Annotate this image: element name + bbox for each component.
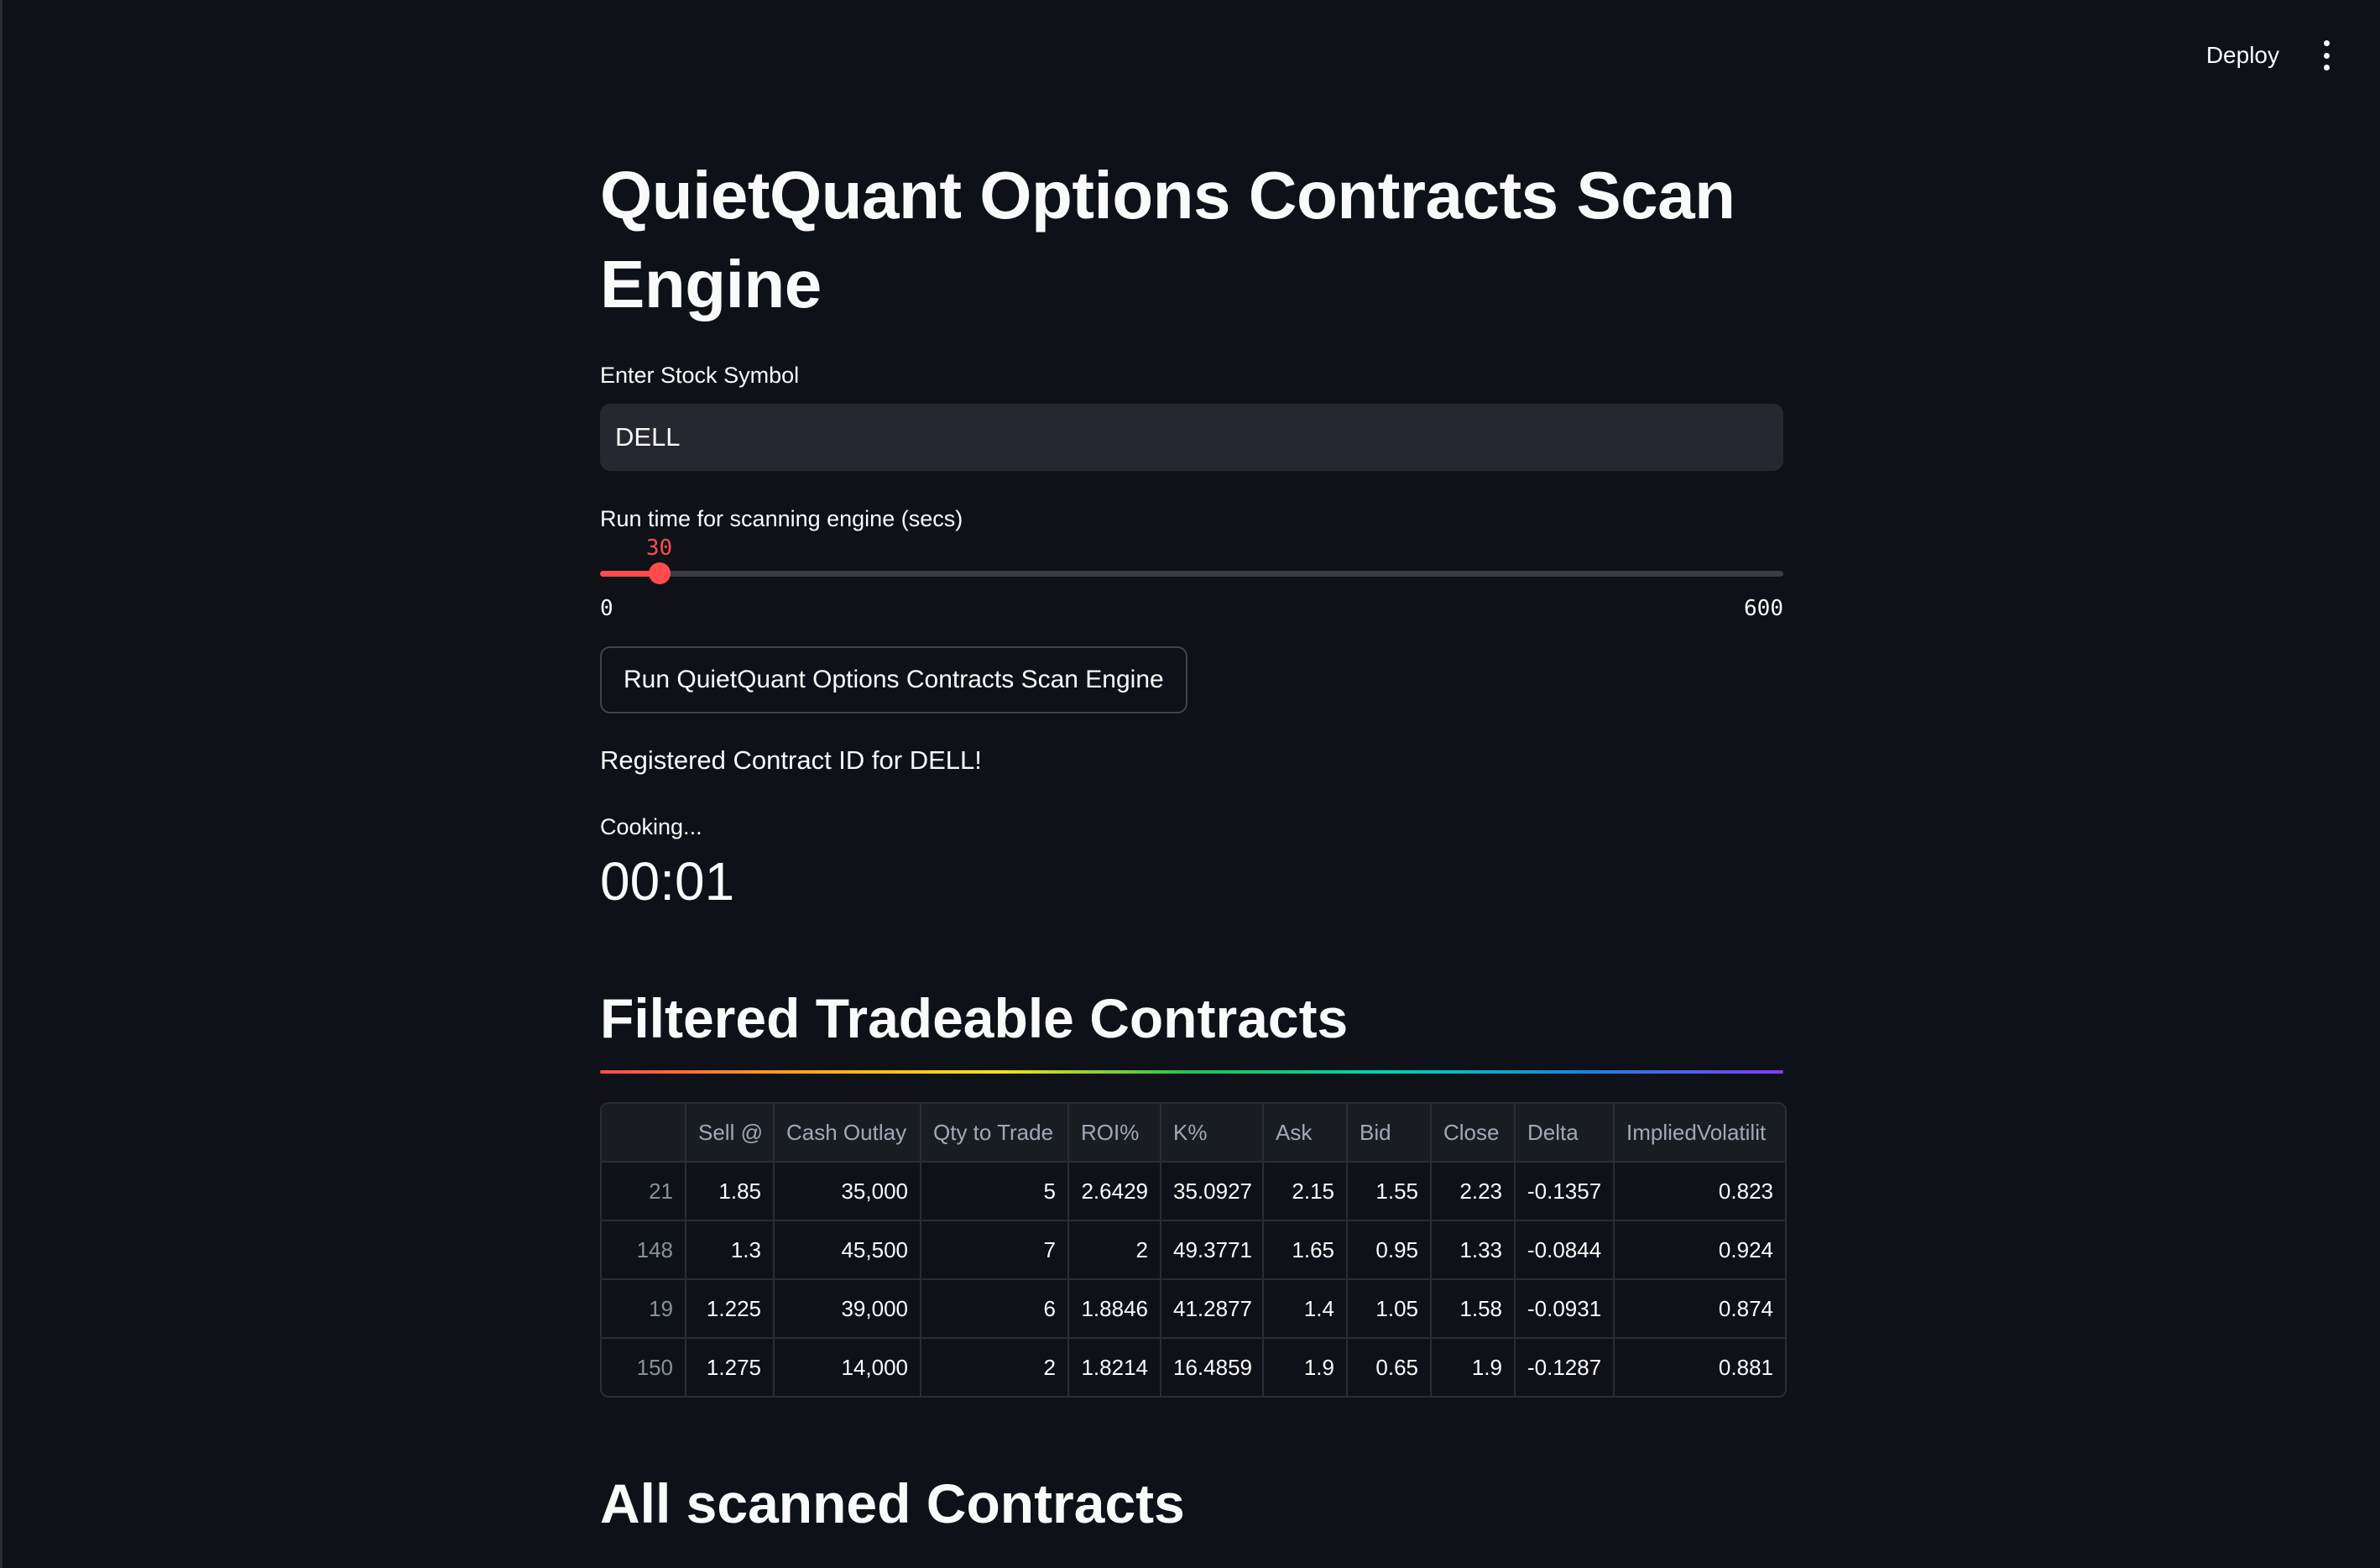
table-cell[interactable]: 1.05 bbox=[1347, 1279, 1432, 1339]
table-cell[interactable]: 2.23 bbox=[1431, 1162, 1516, 1221]
runtime-slider[interactable]: 30 0 600 bbox=[600, 536, 1783, 621]
table-cell[interactable]: 1.9 bbox=[1263, 1338, 1348, 1396]
table-cell[interactable]: 14,000 bbox=[774, 1338, 921, 1396]
table-cell[interactable]: 1.33 bbox=[1431, 1220, 1516, 1280]
slider-track[interactable] bbox=[600, 562, 1783, 584]
table-cell[interactable]: 45,500 bbox=[774, 1220, 921, 1280]
table-header-row: Sell @ Cash Outlay Qty to Trade ROI% K% Ask Bi… bbox=[602, 1104, 1785, 1163]
table-cell[interactable]: 1.55 bbox=[1347, 1162, 1432, 1221]
timer-label: Cooking... bbox=[600, 814, 702, 839]
section-divider bbox=[600, 1070, 1783, 1074]
table-row[interactable]: 21 1.85 35,000 5 2.6429 35.0927 2.15 1.55 2.23 -0… bbox=[602, 1162, 1785, 1221]
table-cell[interactable]: 1.225 bbox=[686, 1279, 775, 1339]
table-cell[interactable]: 41.2877 bbox=[1161, 1279, 1264, 1339]
table-cell[interactable]: 5 bbox=[921, 1162, 1069, 1221]
column-header[interactable]: ROI% bbox=[1068, 1104, 1161, 1163]
table-cell[interactable]: 1.275 bbox=[686, 1338, 775, 1396]
main-content: QuietQuant Options Contracts Scan Engine… bbox=[600, 151, 1787, 1537]
column-header[interactable]: Sell @ bbox=[686, 1104, 775, 1163]
slider-min-label: 0 bbox=[600, 596, 613, 621]
status-message: Registered Contract ID for DELL! bbox=[600, 745, 982, 775]
app-window: Deploy QuietQuant Options Contracts Scan… bbox=[0, 0, 2380, 1568]
table-cell[interactable]: 0.95 bbox=[1347, 1220, 1432, 1280]
row-index-cell[interactable]: 148 bbox=[602, 1220, 686, 1280]
table-cell[interactable]: 0.924 bbox=[1614, 1220, 1785, 1280]
row-index-cell[interactable]: 150 bbox=[602, 1338, 686, 1396]
stock-symbol-input[interactable] bbox=[600, 404, 1783, 471]
symbol-input-label: Enter Stock Symbol bbox=[600, 363, 800, 388]
run-scan-engine-button[interactable]: Run QuietQuant Options Contracts Scan En… bbox=[600, 646, 1187, 713]
table-cell[interactable]: -0.1287 bbox=[1515, 1338, 1615, 1396]
table-row[interactable]: 148 1.3 45,500 7 2 49.3771 1.65 0.95 1.33 -0.0844… bbox=[602, 1220, 1785, 1280]
table-cell[interactable]: 1.8214 bbox=[1068, 1338, 1161, 1396]
column-header[interactable]: Delta bbox=[1515, 1104, 1615, 1163]
table-cell[interactable]: -0.0844 bbox=[1515, 1220, 1615, 1280]
table-row[interactable]: 150 1.275 14,000 2 1.8214 16.4859 1.9 0.65 1.9 -0… bbox=[602, 1338, 1785, 1396]
table-cell[interactable]: 1.9 bbox=[1431, 1338, 1516, 1396]
top-toolbar: Deploy bbox=[2200, 34, 2333, 77]
slider-value-label: 30 bbox=[645, 536, 673, 561]
table-cell[interactable]: 2 bbox=[1068, 1220, 1161, 1280]
table-cell[interactable]: 16.4859 bbox=[1161, 1338, 1264, 1396]
table-cell[interactable]: -0.0931 bbox=[1515, 1279, 1615, 1339]
row-index-cell[interactable]: 21 bbox=[602, 1162, 686, 1221]
column-header[interactable]: Close bbox=[1431, 1104, 1516, 1163]
filtered-contracts-heading: Filtered Tradeable Contracts bbox=[600, 987, 1349, 1049]
table-row[interactable]: 19 1.225 39,000 6 1.8846 41.2877 1.4 1.05 1.58 -0… bbox=[602, 1279, 1785, 1339]
table-body: 21 1.85 35,000 5 2.6429 35.0927 2.15 1.55 2.23 -0… bbox=[602, 1162, 1785, 1396]
table-cell[interactable]: 35,000 bbox=[774, 1162, 921, 1221]
slider-max-label: 600 bbox=[1744, 596, 1783, 621]
table-cell[interactable]: 39,000 bbox=[774, 1279, 921, 1339]
table-cell[interactable]: 49.3771 bbox=[1161, 1220, 1264, 1280]
table-cell[interactable]: 6 bbox=[921, 1279, 1069, 1339]
table-cell[interactable]: 1.8846 bbox=[1068, 1279, 1161, 1339]
table-cell[interactable]: 1.4 bbox=[1263, 1279, 1348, 1339]
table-cell[interactable]: 0.881 bbox=[1614, 1338, 1785, 1396]
slider-thumb[interactable] bbox=[648, 562, 671, 584]
table-cell[interactable]: 2 bbox=[921, 1338, 1069, 1396]
table-cell[interactable]: 1.58 bbox=[1431, 1279, 1516, 1339]
column-header[interactable]: ImpliedVolatilit bbox=[1614, 1104, 1785, 1163]
timer-value: 00:01 bbox=[600, 851, 735, 912]
table-cell[interactable]: 0.65 bbox=[1347, 1338, 1432, 1396]
column-header[interactable]: Qty to Trade bbox=[921, 1104, 1069, 1163]
table-cell[interactable]: 0.874 bbox=[1614, 1279, 1785, 1339]
page-title: QuietQuant Options Contracts Scan Engine bbox=[600, 158, 1735, 321]
row-index-cell[interactable]: 19 bbox=[602, 1279, 686, 1339]
runtime-slider-block: Run time for scanning engine (secs) 30 0… bbox=[600, 506, 1783, 621]
deploy-button[interactable]: Deploy bbox=[2200, 34, 2286, 77]
column-header[interactable]: K% bbox=[1161, 1104, 1264, 1163]
all-contracts-heading: All scanned Contracts bbox=[600, 1472, 1185, 1534]
column-header[interactable]: Ask bbox=[1263, 1104, 1348, 1163]
runtime-slider-label: Run time for scanning engine (secs) bbox=[600, 506, 963, 531]
table-cell[interactable]: 0.823 bbox=[1614, 1162, 1785, 1221]
table-cell[interactable]: 7 bbox=[921, 1220, 1069, 1280]
filtered-contracts-table[interactable]: Sell @ Cash Outlay Qty to Trade ROI% K% Ask Bi… bbox=[600, 1102, 1787, 1398]
table-cell[interactable]: 35.0927 bbox=[1161, 1162, 1264, 1221]
column-header[interactable]: Bid bbox=[1347, 1104, 1432, 1163]
table-cell[interactable]: 1.65 bbox=[1263, 1220, 1348, 1280]
table-cell[interactable]: 1.3 bbox=[686, 1220, 775, 1280]
column-header[interactable]: Cash Outlay bbox=[774, 1104, 921, 1163]
table-cell[interactable]: -0.1357 bbox=[1515, 1162, 1615, 1221]
table-cell[interactable]: 2.15 bbox=[1263, 1162, 1348, 1221]
table-cell[interactable]: 2.6429 bbox=[1068, 1162, 1161, 1221]
vertical-ellipsis-icon[interactable] bbox=[2320, 40, 2333, 71]
table-cell[interactable]: 1.85 bbox=[686, 1162, 775, 1221]
column-header[interactable] bbox=[602, 1104, 686, 1163]
